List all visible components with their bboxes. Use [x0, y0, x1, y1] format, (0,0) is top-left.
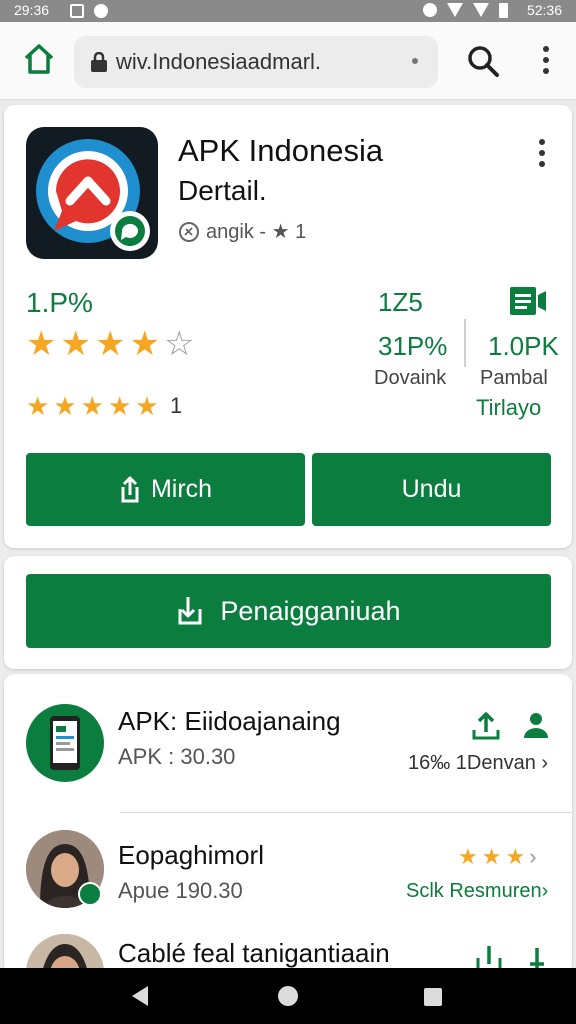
app-meta-text: angik - ★ 1: [206, 221, 307, 243]
download-icon: [178, 597, 202, 625]
star-icon: ★: [107, 391, 132, 421]
home-icon: [24, 44, 54, 74]
list-item[interactable]: APK: Eiidoajanaing APK : 30.30 16‰ 1Denv…: [4, 674, 572, 814]
star-icon: ★: [26, 325, 57, 363]
stars-count: 1: [170, 393, 183, 418]
home-button[interactable]: [22, 42, 56, 76]
signal-icon: [473, 3, 489, 17]
list-item-title: APK: Eiidoajanaing: [118, 706, 341, 736]
status-time-right: 52:36: [526, 2, 562, 18]
mirror-button[interactable]: Mirch: [26, 453, 305, 526]
stat-link[interactable]: Tirlayo: [476, 395, 541, 421]
battery-icon: [499, 3, 508, 18]
star-icon: ★: [458, 844, 478, 869]
document-icon: [510, 287, 546, 315]
stat-divider: [464, 319, 466, 367]
chevron-right-icon: ›: [529, 844, 537, 869]
recent-apps-icon[interactable]: [424, 988, 442, 1006]
app-overflow-menu-icon[interactable]: [534, 137, 550, 167]
main-download-button[interactable]: Penaigganiuah: [26, 574, 551, 648]
star-icon: ★: [94, 325, 126, 363]
rating-stars-small: ★ ★ ★ ★ ★: [26, 393, 159, 419]
stat-downloads-label: Dovaink: [374, 367, 447, 389]
star-icon: ★: [481, 844, 502, 869]
rating-stars: ★ ★ ★ ★ ☆: [26, 327, 194, 361]
app-detail-card: APK Indonesia Dertail. angik - ★ 1 1.P% …: [4, 105, 572, 548]
status-time-left: 29:36: [14, 2, 50, 18]
list-item-subtitle: APK : 30.30: [118, 744, 236, 769]
status-icons-left: [70, 4, 108, 18]
list-item-stars: ★ ★ ★ ›: [458, 844, 537, 870]
star-icon: ★: [135, 391, 159, 421]
stat-size-value: 1.0PK: [488, 331, 559, 361]
alarm-icon: [423, 3, 437, 17]
list-item-title: Eopaghimorl: [118, 840, 264, 870]
unduh-button[interactable]: Undu: [312, 453, 551, 526]
play-notification-icon: [94, 4, 108, 18]
app-icon[interactable]: [26, 127, 158, 259]
stat-downloads-value: 31P%: [378, 331, 448, 361]
main-action-card: Penaigganiuah: [4, 556, 572, 669]
star-empty-icon: ☆: [163, 325, 195, 363]
list-item[interactable]: Cablé feal tanigantiaain: [4, 924, 572, 974]
list-divider: [120, 812, 572, 813]
url-indicator-dot: [412, 58, 418, 64]
browser-menu-icon[interactable]: [536, 44, 556, 78]
browser-toolbar: wiv.Indonesiaadmarl.: [0, 22, 576, 100]
star-icon: ★: [26, 391, 50, 421]
system-navigation-bar: [0, 968, 576, 1024]
phone-app-icon: [26, 704, 104, 782]
lock-icon: [91, 52, 107, 72]
star-icon: ★: [505, 844, 526, 869]
search-icon: [468, 46, 499, 77]
url-text: wiv.Indonesiaadmarl.: [116, 49, 322, 74]
image-notification-icon: [70, 4, 84, 18]
user-download-icon[interactable]: [520, 710, 552, 742]
stat-size-label: Pambal: [480, 367, 548, 389]
list-item-actions: [470, 710, 552, 742]
star-icon: ★: [80, 391, 104, 421]
list-item-meta: Sclk Resmuren›: [406, 880, 549, 902]
wifi-icon: [447, 3, 463, 17]
main-download-label: Penaigganiuah: [220, 595, 401, 626]
list-item-meta: 16‰ 1Denvan ›: [408, 752, 549, 774]
stat-top-number: 1Z5: [378, 287, 423, 317]
install-icon[interactable]: [470, 710, 502, 742]
address-bar[interactable]: wiv.Indonesiaadmarl.: [74, 36, 438, 88]
app-subtitle: Dertail.: [178, 175, 267, 206]
app-title: APK Indonesia: [178, 133, 384, 168]
star-icon: ★: [60, 325, 91, 363]
app-logo-icon: [36, 139, 150, 251]
list-item[interactable]: Eopaghimorl Apue 190.30 ★ ★ ★ › Sclk Res…: [4, 814, 572, 924]
status-bar: 29:36 52:36: [0, 0, 576, 22]
list-item-subtitle: Apue 190.30: [118, 878, 243, 903]
upload-icon: [121, 476, 139, 502]
status-icons-right: [423, 3, 508, 18]
rating-percent: 1.P%: [26, 287, 93, 318]
home-circle-icon[interactable]: [278, 986, 298, 1006]
star-icon: ★: [53, 391, 77, 421]
app-meta: angik - ★ 1: [178, 219, 306, 244]
related-list-card: APK: Eiidoajanaing APK : 30.30 16‰ 1Denv…: [4, 674, 572, 974]
mirror-button-label: Mirch: [150, 475, 213, 503]
info-icon: [179, 221, 199, 242]
list-item-title: Cablé feal tanigantiaain: [118, 938, 390, 968]
verified-badge-icon: [78, 882, 102, 906]
back-icon[interactable]: [132, 986, 148, 1006]
unduh-button-label: Undu: [401, 475, 462, 503]
search-button[interactable]: [466, 44, 500, 78]
star-icon: ★: [129, 325, 160, 363]
